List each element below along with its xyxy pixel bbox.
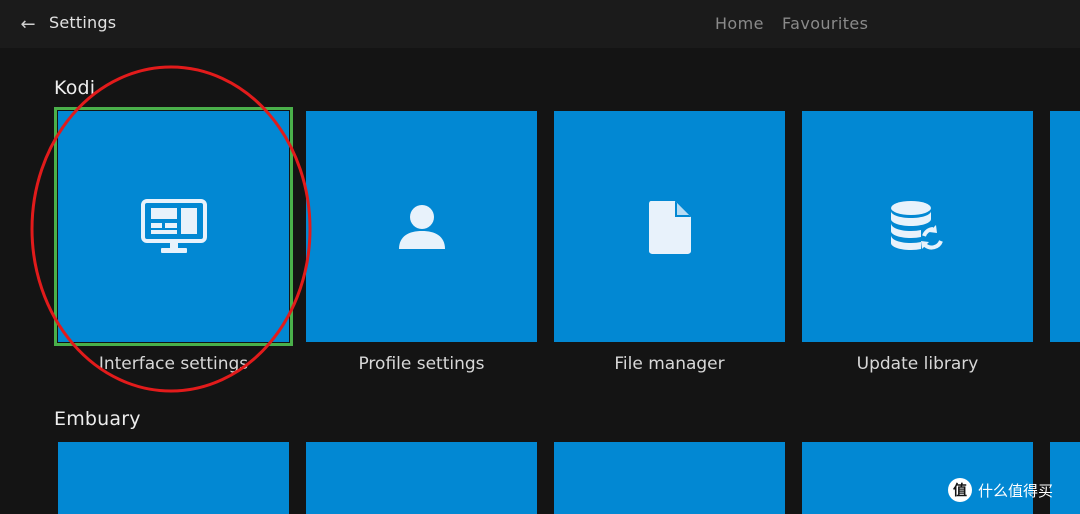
tile-profile-settings[interactable] [306, 111, 537, 342]
settings-screen: ← Settings Home Favourites Kodi Interfac… [0, 0, 1080, 514]
embuary-tile-1[interactable] [58, 442, 289, 514]
user-icon [398, 204, 445, 249]
tile-file-manager[interactable] [554, 111, 785, 342]
database-sync-icon [890, 200, 943, 250]
watermark-text: 什么值得买 [978, 481, 1054, 500]
tile-partial-next[interactable] [1050, 111, 1080, 342]
watermark-logo-icon: 值 [948, 478, 972, 502]
page-title: Settings [49, 13, 117, 32]
top-bar: ← Settings Home Favourites [0, 0, 1080, 48]
tile-label-file-manager: File manager [614, 354, 725, 374]
tile-label-profile-settings: Profile settings [358, 354, 485, 374]
embuary-tile-2[interactable] [306, 442, 537, 514]
embuary-tile-3[interactable] [554, 442, 785, 514]
tile-label-update-library: Update library [856, 354, 979, 374]
section-title-embuary: Embuary [54, 408, 141, 430]
tile-update-library[interactable] [802, 111, 1033, 342]
arrow-left-icon: ← [20, 13, 36, 35]
embuary-tile-partial[interactable] [1050, 442, 1080, 514]
watermark: 值 什么值得买 [948, 478, 1053, 502]
file-icon [648, 200, 691, 254]
monitor-icon [140, 198, 207, 253]
tile-interface-settings[interactable] [54, 107, 293, 346]
section-title-kodi: Kodi [54, 77, 96, 99]
nav-favourites-link[interactable]: Favourites [782, 14, 868, 33]
tile-label-interface-settings: Interface settings [98, 354, 249, 374]
back-button[interactable]: ← [14, 10, 42, 38]
nav-home-link[interactable]: Home [715, 14, 764, 33]
